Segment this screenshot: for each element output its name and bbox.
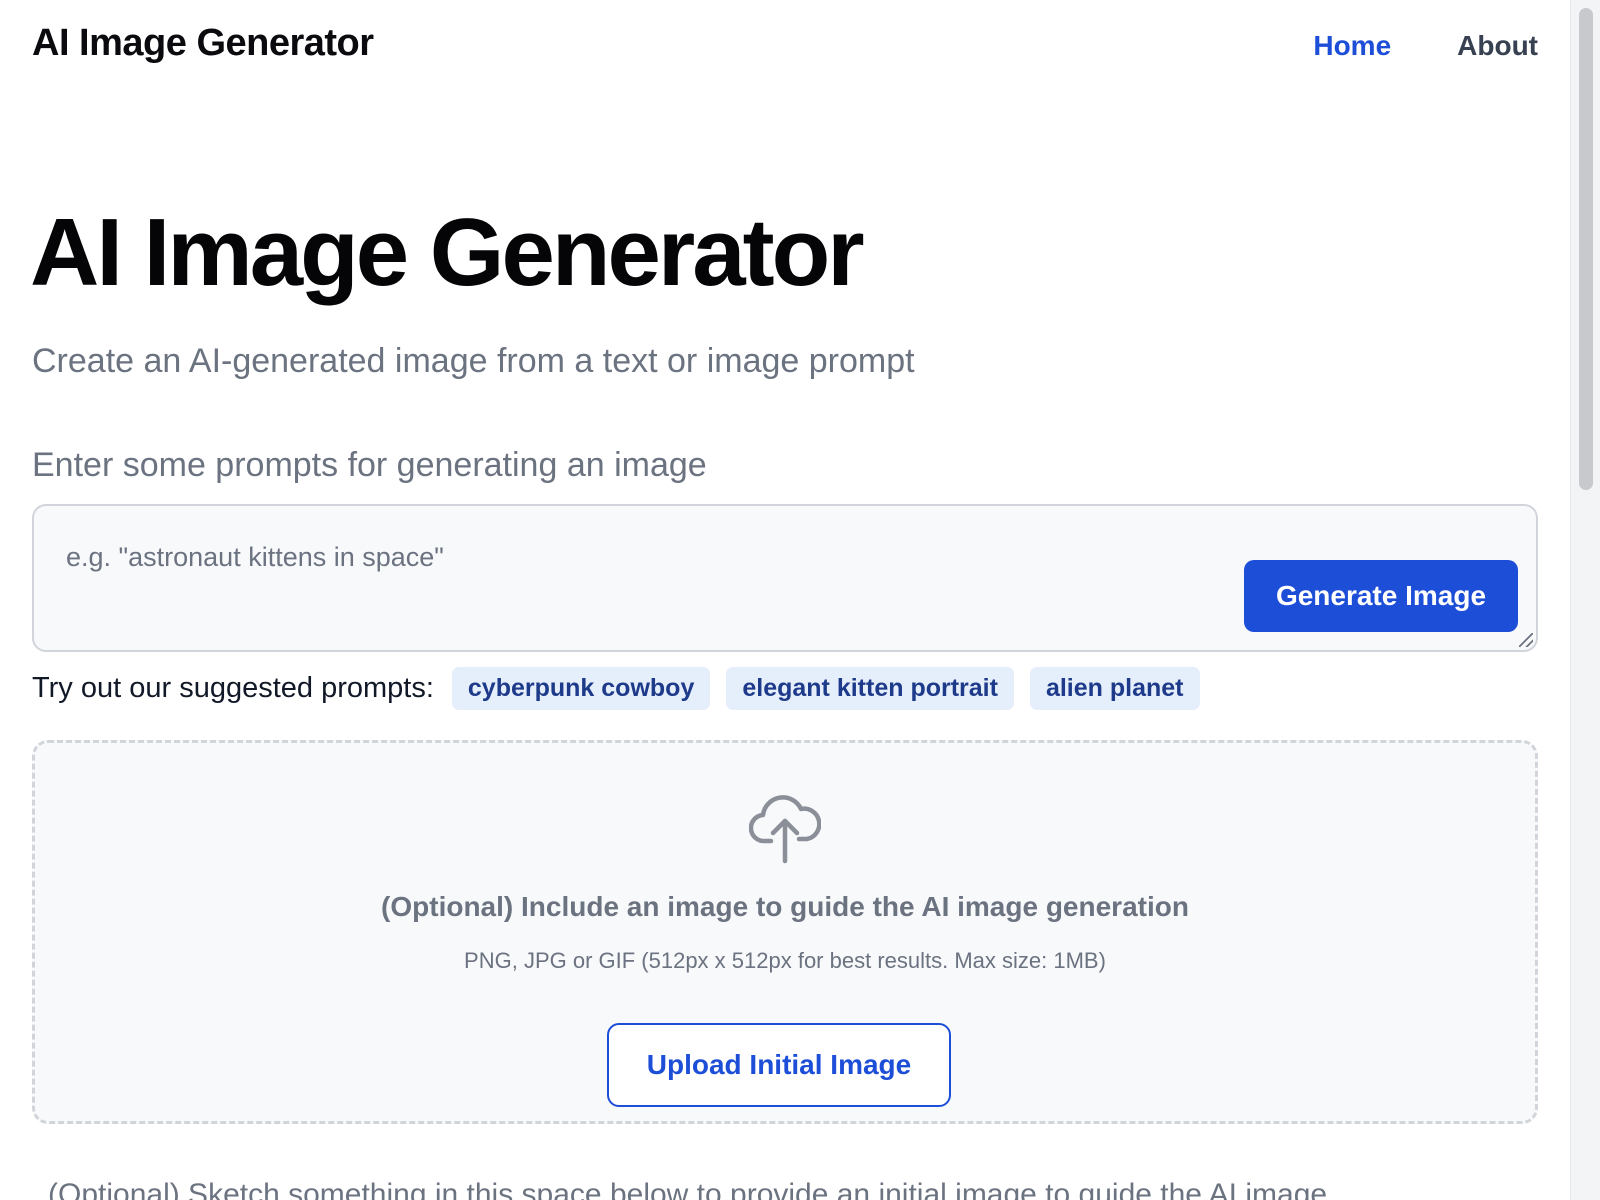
suggested-prompts: Try out our suggested prompts: cyberpunk…	[32, 666, 1216, 710]
top-nav: Home About	[1313, 30, 1538, 62]
suggested-prompt-chip[interactable]: elegant kitten portrait	[726, 666, 1014, 710]
suggested-prompt-chip[interactable]: alien planet	[1029, 666, 1200, 710]
scrollbar[interactable]	[1570, 0, 1600, 1200]
sketch-instructions: (Optional) Sketch something in this spac…	[48, 1178, 1328, 1200]
page-subtitle: Create an AI-generated image from a text…	[32, 342, 915, 380]
nav-link-about[interactable]: About	[1457, 30, 1538, 62]
resize-handle-icon[interactable]	[1519, 633, 1533, 647]
nav-link-home[interactable]: Home	[1313, 30, 1391, 62]
image-upload-dropzone[interactable]: (Optional) Include an image to guide the…	[32, 740, 1538, 1124]
cloud-upload-icon	[749, 795, 821, 864]
page: AI Image Generator Home About AI Image G…	[0, 0, 1600, 1200]
page-title: AI Image Generator	[30, 199, 865, 306]
suggested-prompt-chip[interactable]: cyberpunk cowboy	[451, 666, 711, 710]
site-title[interactable]: AI Image Generator	[32, 22, 374, 65]
suggested-prompts-label: Try out our suggested prompts:	[32, 671, 434, 704]
scrollbar-thumb[interactable]	[1579, 8, 1593, 490]
prompt-label: Enter some prompts for generating an ima…	[32, 446, 707, 484]
upload-initial-image-button[interactable]: Upload Initial Image	[607, 1023, 951, 1107]
upload-hint: PNG, JPG or GIF (512px x 512px for best …	[464, 948, 1106, 973]
generate-image-button[interactable]: Generate Image	[1244, 560, 1518, 632]
upload-title: (Optional) Include an image to guide the…	[381, 891, 1189, 922]
